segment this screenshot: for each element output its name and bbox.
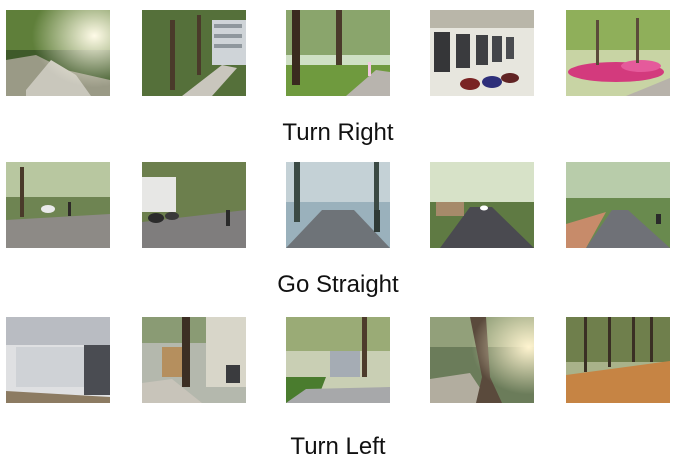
photo-thumbnail: [6, 10, 110, 96]
photo-thumbnail: [566, 162, 670, 248]
photo-trees-hill: [6, 10, 110, 96]
photo-thumbnail: [566, 10, 670, 96]
photo-tree-trunks-lawn: [286, 10, 390, 96]
photo-road-sidewalk: [566, 162, 670, 248]
photo-thumbnail: [6, 317, 110, 403]
photo-thumbnail: [430, 317, 534, 403]
image-row-turn-right: [0, 10, 676, 98]
photo-road-white-building: [142, 162, 246, 248]
group-label-turn-left: Turn Left: [290, 433, 386, 460]
photo-blurred-building: [6, 317, 110, 403]
image-row-go-straight: [0, 162, 676, 250]
group-label-turn-right: Turn Right: [282, 119, 394, 146]
group-label-go-straight: Go Straight: [277, 271, 399, 298]
photo-thumbnail: [142, 317, 246, 403]
photo-thumbnail: [430, 162, 534, 248]
photo-house-hedge: [286, 317, 390, 403]
photo-tree-building: [142, 317, 246, 403]
photo-thumbnail: [286, 317, 390, 403]
photo-large-tree: [430, 317, 534, 403]
photo-road-car: [6, 162, 110, 248]
photo-arcade-bikes: [430, 10, 534, 96]
photo-trees-path: [142, 10, 246, 96]
photo-thumbnail: [286, 10, 390, 96]
photo-pink-flowers: [566, 10, 670, 96]
photo-thumbnail: [286, 162, 390, 248]
photo-thumbnail: [430, 10, 534, 96]
photo-misty-road: [286, 162, 390, 248]
photo-thumbnail: [6, 162, 110, 248]
photo-thumbnail: [142, 162, 246, 248]
image-row-turn-left: [0, 317, 676, 405]
photo-thumbnail: [566, 317, 670, 403]
photo-road-cars: [430, 162, 534, 248]
photo-thumbnail: [142, 10, 246, 96]
photo-bamboo-wall: [566, 317, 670, 403]
